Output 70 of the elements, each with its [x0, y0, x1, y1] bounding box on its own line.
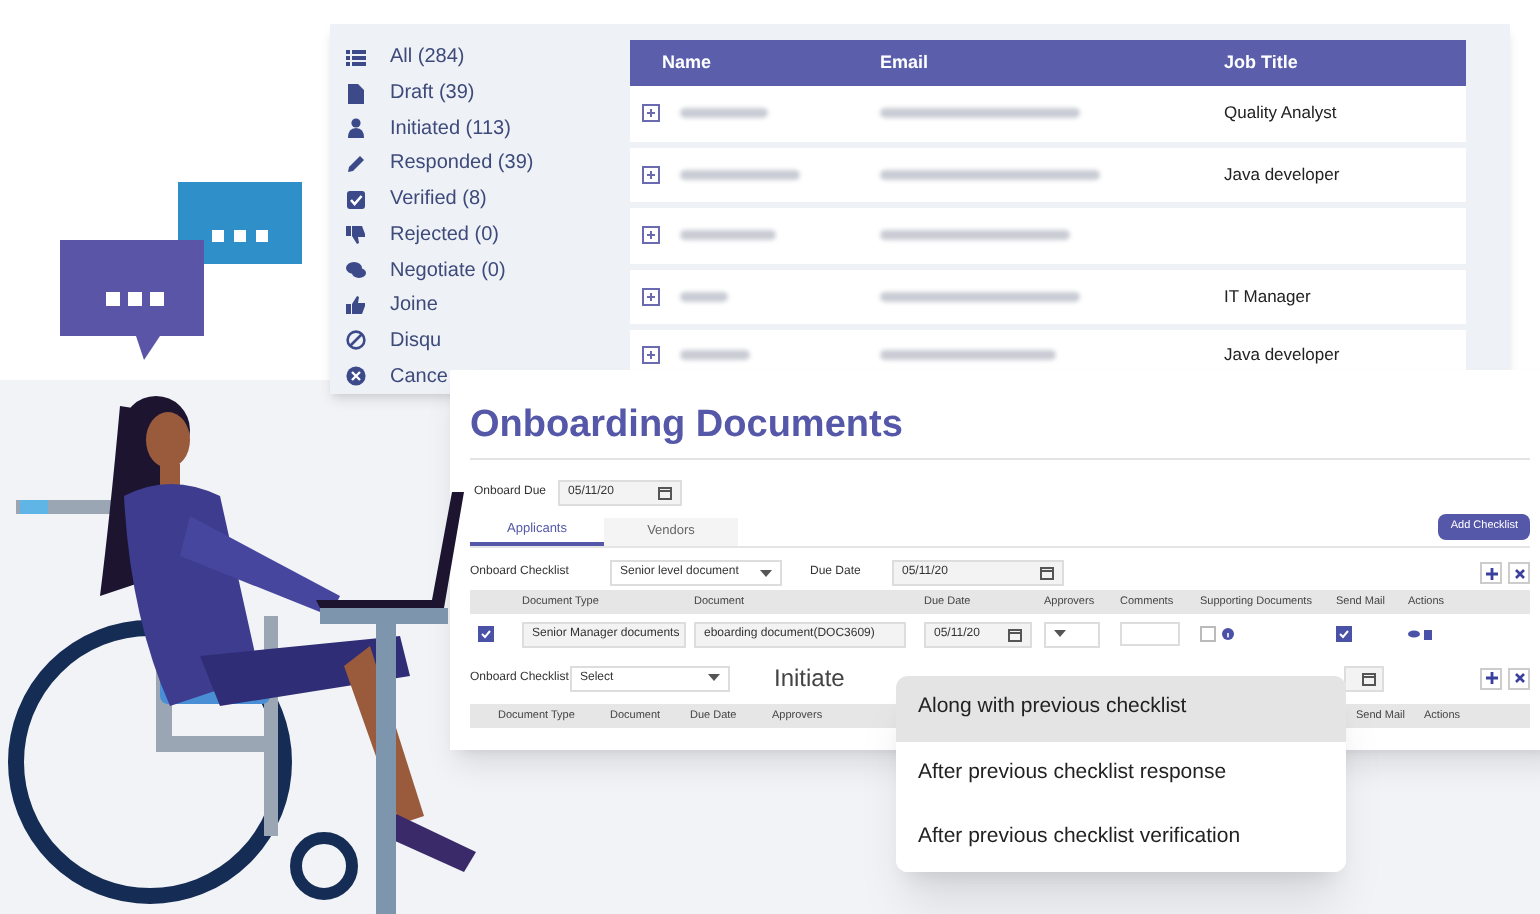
dropdown[interactable] [1044, 621, 1100, 647]
column-header: Job Title [1224, 49, 1300, 76]
expand-icon[interactable] [642, 345, 660, 363]
document-icon [346, 83, 366, 104]
sidebar-item[interactable]: Cance [390, 361, 448, 392]
pencil-icon [346, 153, 366, 174]
table-row[interactable]: Java developer [630, 147, 1466, 208]
close-icon [1513, 672, 1525, 684]
page-title: Onboarding Documents [470, 370, 1530, 460]
expand-icon[interactable] [642, 165, 660, 184]
menu-item[interactable]: Along with previous checklist [896, 676, 1346, 741]
table-cell: Quality Analyst [1224, 100, 1337, 127]
blurred-name [680, 108, 768, 119]
table-row[interactable]: Quality Analyst [630, 86, 1466, 147]
calendar-icon [1008, 627, 1022, 641]
sidebar-item[interactable]: Joine [390, 290, 438, 321]
blurred-name [680, 169, 800, 180]
comment-field[interactable] [1120, 622, 1180, 646]
add-button[interactable] [1480, 667, 1502, 689]
prohibited-icon [346, 330, 366, 351]
sidebar-item[interactable]: Verified (8) [390, 184, 487, 215]
column-header: Email [880, 49, 931, 76]
chat-icon [346, 260, 366, 281]
info-icon[interactable] [1222, 628, 1234, 640]
table-row[interactable]: IT Manager [630, 269, 1466, 330]
plus-icon [1485, 672, 1497, 684]
thumbs-up-icon [346, 295, 366, 316]
sidebar-item[interactable]: Draft (39) [390, 78, 475, 109]
trash-icon[interactable] [1424, 629, 1432, 639]
table-cell: Java developer [1224, 341, 1340, 367]
checkbox[interactable] [1336, 626, 1352, 642]
sidebar-item[interactable]: All (284) [390, 42, 465, 73]
expand-icon[interactable] [642, 104, 660, 123]
expand-icon[interactable] [642, 287, 660, 306]
checkbox[interactable] [478, 626, 494, 642]
table-cell: IT Manager [1224, 283, 1311, 310]
table-cell: Java developer [1224, 161, 1340, 188]
expand-icon[interactable] [642, 226, 660, 245]
person-icon [346, 118, 366, 139]
close-icon [346, 366, 366, 387]
list-icon [346, 47, 366, 68]
date-field[interactable] [1344, 665, 1385, 691]
sidebar-item[interactable]: Disqu [390, 325, 442, 356]
eye-icon[interactable] [1408, 629, 1420, 639]
calendar-icon [1040, 566, 1054, 580]
menu-item[interactable]: After previous checklist response [896, 741, 1346, 806]
caret-icon [760, 569, 772, 577]
add-button[interactable] [1480, 562, 1502, 584]
blurred-name [680, 349, 750, 359]
blurred-name [680, 230, 776, 241]
plus-icon [1485, 567, 1497, 579]
sidebar-item[interactable]: Negotiate (0) [390, 255, 506, 286]
field-label: Initiate [774, 662, 845, 696]
close-icon [1513, 567, 1525, 579]
column-header: Name [660, 49, 714, 76]
remove-button[interactable] [1508, 667, 1530, 689]
blurred-name [680, 291, 728, 302]
thumbs-down-icon [346, 224, 366, 245]
checkbox[interactable] [1200, 626, 1216, 642]
calendar-icon [658, 486, 673, 500]
remove-button[interactable] [1508, 562, 1530, 584]
caret-icon [1054, 630, 1066, 638]
menu-item[interactable]: After previous checklist verification [896, 806, 1346, 871]
sidebar-item[interactable]: Rejected (0) [390, 219, 499, 250]
sidebar-item[interactable]: Initiated (113) [390, 113, 511, 144]
sidebar-item[interactable]: Responded (39) [390, 148, 534, 179]
table-row[interactable]: Java developer [630, 330, 1466, 370]
caret-icon [708, 674, 720, 682]
calendar-icon [1362, 671, 1377, 685]
checkbox-icon [346, 189, 366, 210]
